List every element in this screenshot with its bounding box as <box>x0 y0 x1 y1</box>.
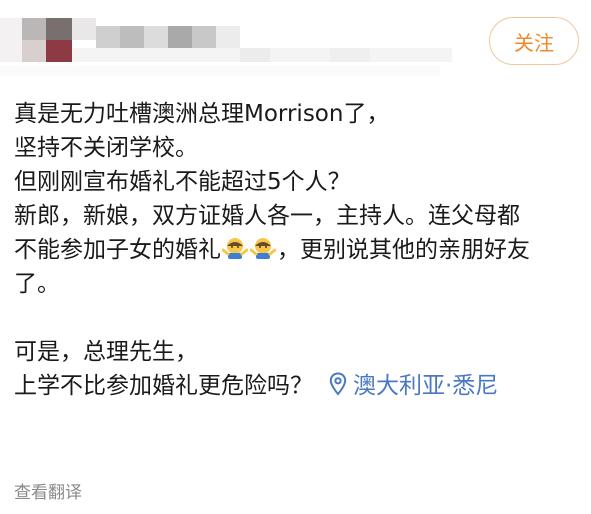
post-text-line: 坚持不关闭学校。 <box>14 135 198 161</box>
post-text-line: 但刚刚宣布婚礼不能超过5个人？ <box>14 169 351 195</box>
location-pin-icon <box>329 372 347 396</box>
post-text-line: 新郎，新娘，双方证婚人各一，主持人。连父母都 <box>14 203 520 229</box>
post-text-segment: 上学不比参加婚礼更危险吗？ <box>14 373 313 399</box>
post-text-line: 不能参加子女的婚礼 ，更别说其他的亲朋好友 <box>14 233 584 267</box>
blurred-user-info <box>0 14 460 84</box>
location-label: 澳大利亚·悉尼 <box>353 373 499 399</box>
post-text-segment: 不能参加子女的婚礼 <box>14 237 221 263</box>
post-text-segment: ，更别说其他的亲朋好友 <box>277 237 530 263</box>
shrug-emoji-icon <box>249 236 277 260</box>
post-text-line: 可是，总理先生， <box>14 339 198 365</box>
shrug-emoji-icon <box>221 236 249 260</box>
post-body: 真是无力吐槽澳洲总理Morrison了， 坚持不关闭学校。 但刚刚宣布婚礼不能超… <box>14 97 584 403</box>
follow-button[interactable]: 关注 <box>489 17 579 65</box>
post-header: 关注 <box>0 0 591 96</box>
translate-link[interactable]: 查看翻译 <box>14 478 82 503</box>
post-text-line: 真是无力吐槽澳洲总理Morrison了， <box>14 101 390 127</box>
post-text-line: 上学不比参加婚礼更危险吗？ 澳大利亚·悉尼 <box>14 369 584 403</box>
post-text-line: 了。 <box>14 271 60 297</box>
location-link[interactable]: 澳大利亚·悉尼 <box>329 372 499 399</box>
